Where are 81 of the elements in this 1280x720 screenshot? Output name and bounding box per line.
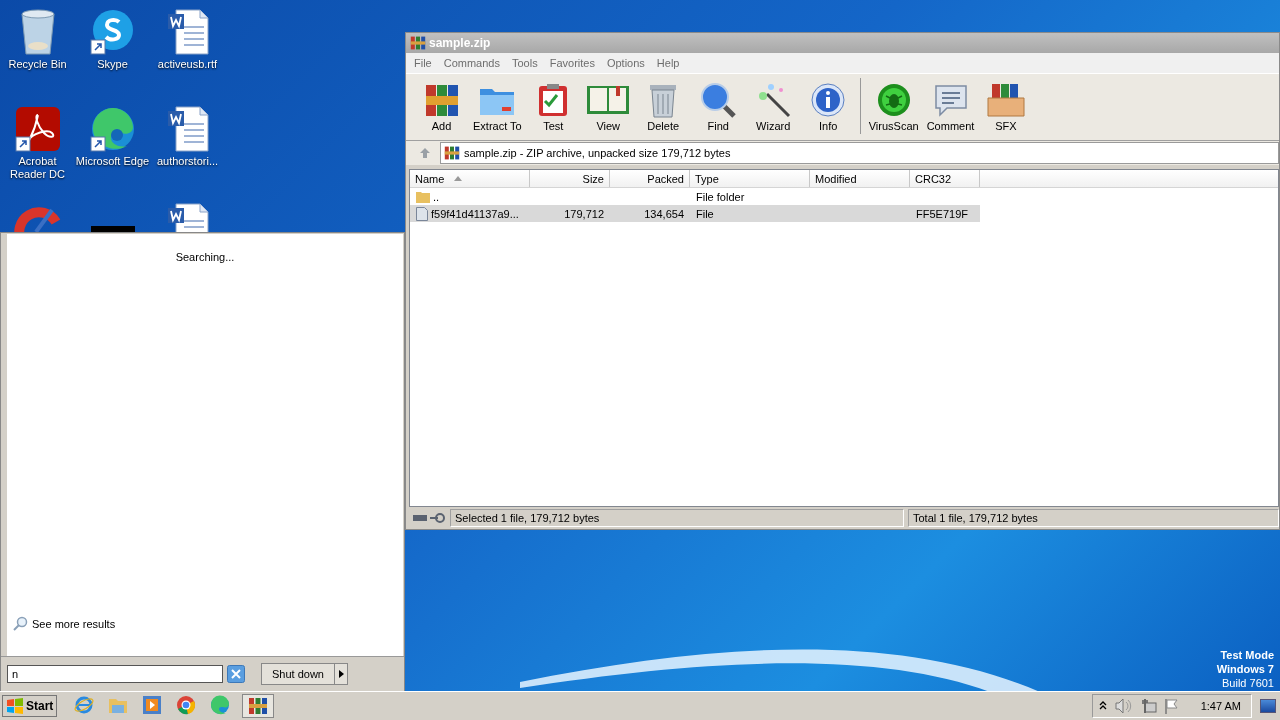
folder-icon [416,190,430,203]
desktop-icon-label[interactable]: Microsoft Edge [75,155,150,168]
desktop-icon-label[interactable]: authorstori... [156,155,219,168]
drive-icon [412,513,446,523]
table-cell: File [696,207,714,220]
test-mode-text: Test Mode [1220,648,1274,662]
column-header[interactable]: Modified [810,170,910,187]
shut-down-button[interactable]: Shut down [261,663,335,685]
toolbar-button[interactable]: View [580,76,636,132]
toolbar-button[interactable]: Add [414,76,469,132]
clock-text[interactable]: 1:47 AM [1200,700,1241,712]
file-icon [416,206,428,221]
search-field[interactable]: n [7,665,223,683]
toolbar-button[interactable]: Delete [635,76,691,132]
window-title: sample.zip [429,36,491,50]
books-icon [423,82,460,118]
menu-item[interactable]: Tools [506,57,544,69]
caret-icon [338,670,344,678]
dark-app-icon [90,226,135,232]
address-field[interactable]: sample.zip - ZIP archive, unpacked size 179,712 bytes [440,142,1279,164]
file-row[interactable]: .. File folder [410,188,980,205]
menu-item[interactable]: Favorites [543,57,601,69]
shutdown-options-button[interactable] [335,663,348,685]
box-icon [985,82,1026,118]
toolbar-button[interactable]: Test [525,76,581,132]
toolbar-button[interactable]: SFX [978,76,1034,132]
address-text: sample.zip - ZIP archive, unpacked size 179,712 bytes [464,147,731,159]
column-header[interactable]: Size [530,170,610,187]
status-text: Total 1 file, 179,712 bytes [908,509,1279,527]
status-text: Selected 1 file, 179,712 bytes [450,509,904,527]
test-mode-text: Windows 7 [1216,662,1274,676]
toolbar-button[interactable]: Info [800,76,856,132]
trash-can-icon [648,82,679,118]
toolbar-button[interactable]: Extract To [469,76,526,132]
pdf-reader-icon [13,105,62,153]
desktop-icon-label[interactable]: activeusb.rtf [157,58,218,71]
bug-icon [876,83,911,117]
speaker-icon[interactable] [1113,698,1132,714]
menu-item[interactable]: File [408,57,438,69]
speech-bubble-icon [932,83,969,117]
clear-icon[interactable] [227,665,245,683]
column-header[interactable]: Type [690,170,810,187]
desktop-icon-label[interactable]: Skype [97,58,128,71]
column-header[interactable]: CRC32 [910,170,980,187]
test-mode-text: Build 7601 [1222,676,1274,690]
menu-item[interactable]: Commands [437,57,506,69]
app-logo-icon [410,35,426,51]
up-arrow-icon[interactable] [418,146,432,160]
show-desktop-button[interactable] [1260,699,1276,713]
table-cell: .. [433,190,440,203]
edge-browser-icon [88,105,137,153]
archive-icon [444,145,460,161]
flag-icon[interactable] [1163,698,1180,714]
table-cell: 134,654 [644,207,684,220]
table-cell: 179,712 [564,207,604,220]
desktop-icon-label[interactable]: Recycle Bin [8,58,67,71]
file-row[interactable]: f59f41d41137a9... 179,712 134,654 File FF5E719F [410,205,980,222]
table-cell: File folder [696,190,745,203]
taskbar-app[interactable] [242,694,275,718]
windows-logo-icon [6,698,24,714]
see-more-results-link[interactable]: See more results [12,616,116,632]
table-cell: FF5E719F [916,207,968,220]
toolbar-button[interactable]: Wizard [745,76,801,132]
info-icon [811,83,846,117]
menu-item[interactable]: Help [650,57,686,69]
toolbar-button[interactable]: Find [690,76,746,132]
toolbar-button[interactable]: Comment [922,76,979,132]
search-status-text: Searching... [175,251,235,263]
desktop-icon-label[interactable]: Acrobat Reader DC [0,155,75,181]
menu-item[interactable]: Options [600,57,651,69]
column-header[interactable]: Name [410,170,530,187]
start-button[interactable]: Start [2,695,58,717]
magnifier-icon [700,82,737,118]
search-icon [12,616,28,632]
open-book-icon [586,84,631,116]
column-header[interactable]: Packed [610,170,690,187]
toolbar-button[interactable]: VirusScan [864,76,923,132]
winrar-books-icon[interactable] [248,696,269,716]
chevron-up-icon[interactable] [1098,701,1107,711]
clipboard-icon [537,83,570,117]
table-cell: f59f41d41137a9... [431,207,519,220]
